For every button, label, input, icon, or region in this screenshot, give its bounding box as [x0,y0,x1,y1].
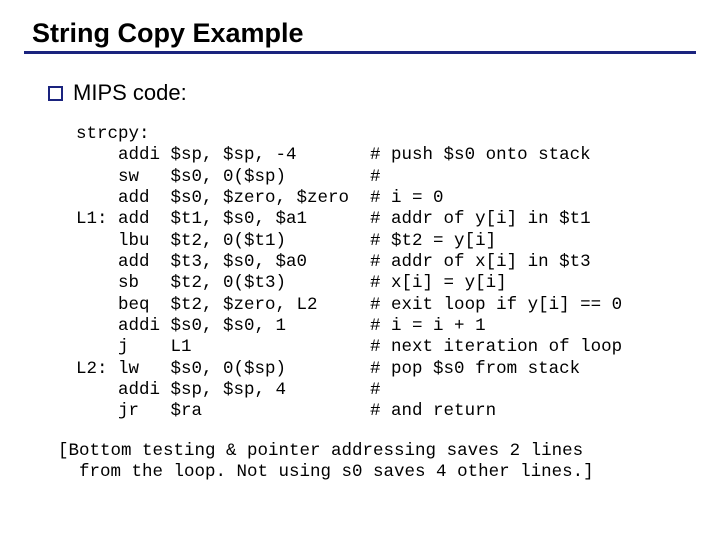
title-rule: String Copy Example [24,18,696,54]
bullet-label: MIPS code: [73,80,187,106]
square-bullet-icon [48,86,63,101]
footnote: [Bottom testing & pointer addressing sav… [58,441,696,484]
page-title: String Copy Example [24,18,696,49]
bullet-item: MIPS code: [48,80,696,106]
code-block: strcpy: addi $sp, $sp, -4 # push $s0 ont… [76,124,696,423]
slide: String Copy Example MIPS code: strcpy: a… [0,0,720,484]
